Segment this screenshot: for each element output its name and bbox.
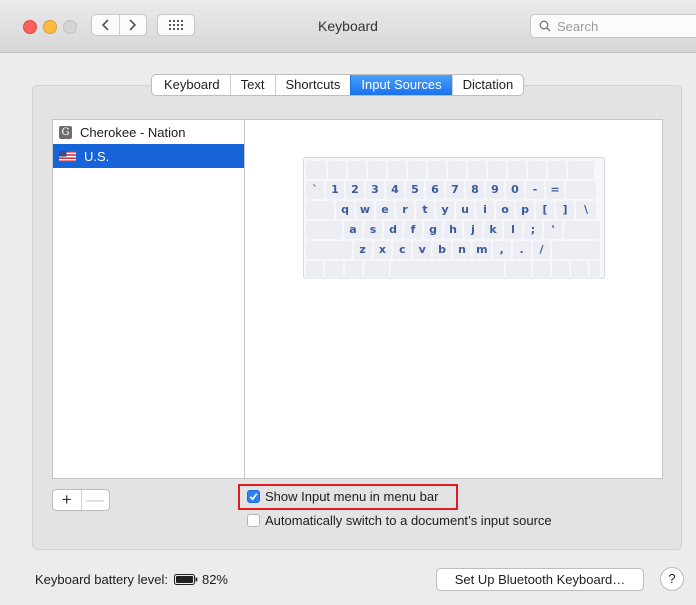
battery-status: Keyboard battery level: 82% bbox=[35, 572, 228, 587]
add-input-source-button[interactable]: + bbox=[53, 490, 81, 510]
tab-keyboard[interactable]: Keyboard bbox=[152, 75, 230, 95]
key: 0 bbox=[506, 181, 524, 199]
key: i bbox=[476, 201, 494, 219]
key: 7 bbox=[446, 181, 464, 199]
key: h bbox=[444, 221, 462, 239]
key: d bbox=[384, 221, 402, 239]
list-item-label: U.S. bbox=[84, 148, 110, 164]
key: p bbox=[516, 201, 534, 219]
key: . bbox=[512, 241, 531, 259]
key: / bbox=[532, 241, 551, 259]
key: l bbox=[504, 221, 522, 239]
key: e bbox=[376, 201, 394, 219]
key: 3 bbox=[366, 181, 384, 199]
shift-key bbox=[552, 241, 601, 259]
key: 1 bbox=[326, 181, 344, 199]
keyboard-row-bottom: z x c v b n m , . / bbox=[306, 241, 602, 259]
auto-switch-label: Automatically switch to a document’s inp… bbox=[265, 513, 552, 528]
key: w bbox=[356, 201, 374, 219]
tab-dictation[interactable]: Dictation bbox=[451, 75, 524, 95]
key: [ bbox=[536, 201, 554, 219]
key: o bbox=[496, 201, 514, 219]
key: ` bbox=[306, 181, 324, 199]
key: q bbox=[336, 201, 354, 219]
input-sources-list[interactable]: G Cherokee - Nation U.S. bbox=[52, 119, 245, 479]
checkmark-icon bbox=[249, 493, 258, 501]
keyboard-row-top: q w e r t y u i o p [ ] \ bbox=[306, 201, 602, 219]
keyboard-row-home: a s d f g h j k l ; ' bbox=[306, 221, 602, 239]
search-input[interactable] bbox=[555, 17, 689, 35]
key: - bbox=[526, 181, 544, 199]
key: t bbox=[416, 201, 434, 219]
us-flag-icon bbox=[59, 150, 76, 162]
tab-input-sources[interactable]: Input Sources bbox=[350, 75, 452, 95]
tab-shortcuts[interactable]: Shortcuts bbox=[274, 75, 351, 95]
help-button[interactable]: ? bbox=[660, 567, 684, 591]
return-key bbox=[564, 221, 600, 239]
space-key bbox=[390, 261, 504, 279]
key: r bbox=[396, 201, 414, 219]
tab-key bbox=[306, 201, 334, 219]
key: 8 bbox=[466, 181, 484, 199]
battery-percent: 82% bbox=[201, 572, 228, 587]
key: 9 bbox=[486, 181, 504, 199]
keyboard-row-number: ` 1 2 3 4 5 6 7 8 9 0 - = bbox=[306, 181, 602, 199]
tab-text[interactable]: Text bbox=[229, 75, 275, 95]
keyboard-preferences-window: Keyboard Keyboard Text Shortcuts Input S… bbox=[0, 0, 696, 605]
list-item-us[interactable]: U.S. bbox=[53, 144, 244, 168]
key: k bbox=[484, 221, 502, 239]
key: x bbox=[373, 241, 392, 259]
cherokee-g-icon: G bbox=[59, 125, 72, 139]
show-input-menu-label: Show Input menu in menu bar bbox=[265, 489, 439, 504]
keyboard-layout-preview: ` 1 2 3 4 5 6 7 8 9 0 - = q w e r t y u … bbox=[303, 157, 605, 279]
key: n bbox=[453, 241, 471, 259]
key: u bbox=[456, 201, 474, 219]
keyboard-row-function bbox=[306, 161, 602, 179]
key: m bbox=[472, 241, 491, 259]
key: y bbox=[436, 201, 454, 219]
key: \ bbox=[576, 201, 596, 219]
auto-switch-checkbox[interactable] bbox=[247, 514, 260, 527]
key: , bbox=[492, 241, 511, 259]
key: b bbox=[433, 241, 452, 259]
key: 5 bbox=[406, 181, 424, 199]
list-item-label: Cherokee - Nation bbox=[80, 124, 186, 140]
show-input-menu-option[interactable]: Show Input menu in menu bar bbox=[247, 489, 438, 504]
remove-input-source-button[interactable]: — bbox=[80, 490, 110, 510]
key: ] bbox=[556, 201, 574, 219]
caps-lock-key bbox=[306, 221, 342, 239]
key: s bbox=[364, 221, 382, 239]
key: j bbox=[464, 221, 482, 239]
delete-key bbox=[566, 181, 596, 199]
set-up-bluetooth-keyboard-button[interactable]: Set Up Bluetooth Keyboard… bbox=[436, 568, 644, 591]
list-item-cherokee[interactable]: G Cherokee - Nation bbox=[53, 120, 244, 144]
auto-switch-option[interactable]: Automatically switch to a document’s inp… bbox=[247, 513, 552, 528]
key: f bbox=[404, 221, 422, 239]
key: ' bbox=[544, 221, 562, 239]
key: 6 bbox=[426, 181, 444, 199]
key: 4 bbox=[386, 181, 404, 199]
key: z bbox=[353, 241, 372, 259]
list-edit-controls: + — bbox=[52, 489, 110, 511]
search-field[interactable] bbox=[530, 14, 696, 38]
key: = bbox=[546, 181, 564, 199]
search-icon bbox=[539, 20, 551, 32]
keyboard-row-space bbox=[306, 261, 602, 279]
key: v bbox=[413, 241, 432, 259]
key: 2 bbox=[346, 181, 364, 199]
tab-bar: Keyboard Text Shortcuts Input Sources Di… bbox=[151, 74, 525, 96]
battery-label: Keyboard battery level: bbox=[35, 572, 168, 587]
shift-key bbox=[306, 241, 352, 259]
key: c bbox=[393, 241, 412, 259]
show-input-menu-checkbox[interactable] bbox=[247, 490, 260, 503]
key: ; bbox=[524, 221, 542, 239]
key: a bbox=[344, 221, 362, 239]
title-bar: Keyboard bbox=[0, 0, 696, 53]
battery-icon bbox=[173, 574, 198, 585]
key: g bbox=[424, 221, 442, 239]
